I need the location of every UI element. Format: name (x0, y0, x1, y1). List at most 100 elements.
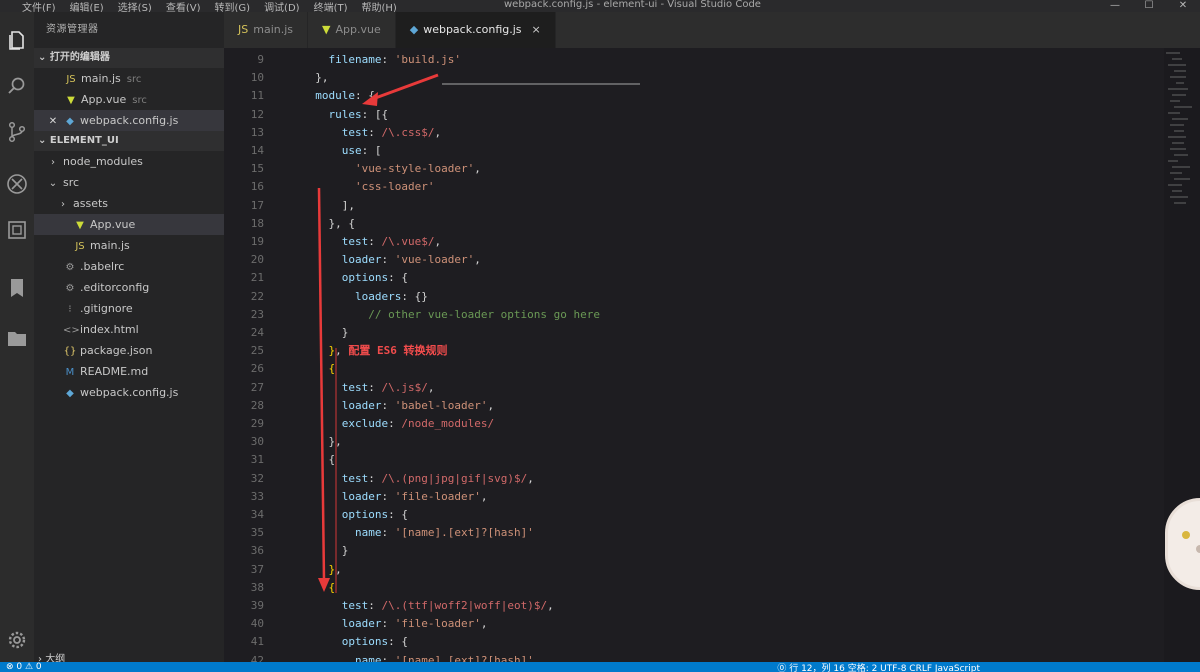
file-tree-item[interactable]: {} package.json (34, 340, 224, 361)
files-icon[interactable] (0, 20, 34, 60)
code-token: : (381, 526, 395, 540)
code-line[interactable]: 22 loaders: {} (224, 288, 1164, 306)
minimap-line (1172, 166, 1190, 168)
menu-item[interactable]: 终端(T) (314, 0, 348, 13)
code-line[interactable]: 37 }, (224, 561, 1164, 579)
problems-indicator[interactable]: ⊗ 0 ⚠ 0 (0, 662, 42, 672)
maximize-button[interactable]: ☐ (1132, 0, 1166, 12)
code-line[interactable]: 19 test: /\.vue$/, (224, 233, 1164, 251)
code-line[interactable]: 32 test: /\.(png|jpg|gif|svg)$/, (224, 470, 1164, 488)
code-line[interactable]: 39 test: /\.(ttf|woff2|woff|eot)$/, (224, 597, 1164, 615)
tab-main-js[interactable]: JS main.js (224, 12, 309, 48)
close-icon[interactable]: ✕ (46, 111, 60, 132)
tab-webpack-config[interactable]: ◆ webpack.config.js × (395, 12, 556, 48)
line-number: 24 (250, 326, 264, 339)
line-number: 29 (250, 417, 264, 430)
file-tree-label: src (63, 176, 80, 189)
file-tree-item[interactable]: M README.md (34, 361, 224, 382)
line-number: 39 (250, 599, 264, 612)
file-tree-item[interactable]: ⚙ .editorconfig (34, 277, 224, 298)
open-editor-item[interactable]: JS main.js src (34, 68, 224, 89)
code-line[interactable]: 11 module: { (224, 87, 1164, 105)
bookmark-icon[interactable] (0, 268, 34, 308)
code-line[interactable]: 34 options: { (224, 506, 1164, 524)
extensions-icon[interactable] (0, 210, 34, 250)
debug-icon[interactable] (0, 164, 34, 204)
minimize-button[interactable]: — (1098, 0, 1132, 12)
file-tree-item[interactable]: ⚙ .babelrc (34, 256, 224, 277)
chevron-down-icon: ⌄ (48, 178, 58, 189)
menu-item[interactable]: 帮助(H) (362, 0, 397, 13)
tab-app-vue[interactable]: ▼ App.vue (308, 12, 396, 48)
open-editor-item[interactable]: ✕ ◆ webpack.config.js (34, 110, 224, 131)
file-tree-item[interactable]: ◆ webpack.config.js (34, 382, 224, 403)
code-line[interactable]: 40 loader: 'file-loader', (224, 615, 1164, 633)
menu-item[interactable]: 查看(V) (166, 0, 201, 13)
code-token: { (328, 453, 336, 467)
code-line[interactable]: 36 } (224, 542, 1164, 560)
code-line[interactable]: 30 }, (224, 433, 1164, 451)
menu-item[interactable]: 编辑(E) (70, 0, 104, 13)
file-tree-label: .gitignore (80, 302, 133, 315)
minimap-line (1168, 136, 1186, 138)
line-number: 11 (250, 89, 264, 103)
code-line[interactable]: 26 { (224, 360, 1164, 378)
menu-item[interactable]: 转到(G) (215, 0, 251, 13)
code-line[interactable]: 14 use: [ (224, 142, 1164, 160)
code-line[interactable]: 35 name: '[name].[ext]?[hash]' (224, 524, 1164, 542)
code-line[interactable]: 31 { (224, 451, 1164, 469)
code-line[interactable]: 20 loader: 'vue-loader', (224, 251, 1164, 269)
js-file-icon: JS (75, 241, 85, 252)
code-editor[interactable]: 9 filename: 'build.js' 10 }, 11 module: {1… (224, 48, 1200, 662)
tab-close-icon[interactable]: × (532, 23, 541, 36)
file-tree-item[interactable]: ⌄ src (34, 172, 224, 193)
code-token: , (487, 398, 495, 412)
explorer-header: 资源管理器 (46, 24, 99, 35)
code-line[interactable]: 18 }, { (224, 215, 1164, 233)
source-control-icon[interactable] (0, 112, 34, 152)
code-line[interactable]: 16 'css-loader' (224, 178, 1164, 196)
search-icon[interactable] (0, 66, 34, 106)
file-tree-item[interactable]: JS main.js (34, 235, 224, 256)
code-line[interactable]: 41 options: { (224, 633, 1164, 651)
settings-gear-icon[interactable] (0, 620, 34, 660)
code-token: , (474, 253, 481, 267)
code-line[interactable]: 29 exclude: /node_modules/ (224, 415, 1164, 433)
code-line[interactable]: 10 }, (224, 69, 1164, 87)
menu-item[interactable]: 选择(S) (118, 0, 152, 13)
code-line[interactable]: 33 loader: 'file-loader', (224, 488, 1164, 506)
code-line[interactable]: 27 test: /\.js$/, (224, 379, 1164, 397)
code-line[interactable]: 28 loader: 'babel-loader', (224, 397, 1164, 415)
file-tree-item[interactable]: <>index.html (34, 319, 224, 340)
code-line[interactable]: 15 'vue-style-loader', (224, 160, 1164, 178)
code-line[interactable]: 9 filename: 'build.js' (224, 51, 1164, 69)
code-line[interactable]: 17 ], (224, 197, 1164, 215)
line-number: 26 (250, 362, 264, 376)
code-line[interactable]: 23 // other vue-loader options go here (224, 306, 1164, 324)
file-tree-item[interactable]: › node_modules (34, 151, 224, 172)
project-section[interactable]: ⌄ ELEMENT_UI (34, 131, 224, 151)
code-token: , (335, 344, 349, 358)
folder-icon[interactable] (0, 318, 34, 358)
open-editors-section[interactable]: ⌄ 打开的编辑器 (34, 48, 224, 68)
file-tree-item[interactable]: ▼ App.vue (34, 214, 224, 235)
code-token: loader (341, 253, 382, 267)
line-number: 36 (250, 544, 264, 558)
code-token: : { (388, 635, 408, 649)
code-line[interactable]: 24 } (224, 324, 1164, 342)
code-line[interactable]: 21 options: { (224, 269, 1164, 287)
open-editor-item[interactable]: ▼ App.vue src (34, 89, 224, 110)
code-line[interactable]: 12 rules: [{ (224, 106, 1164, 124)
close-window-button[interactable]: ✕ (1166, 0, 1200, 12)
file-tree-item[interactable]: ⁝ .gitignore (34, 298, 224, 319)
menu-item[interactable]: 文件(F) (22, 0, 56, 13)
code-line[interactable]: 38 { (224, 579, 1164, 597)
line-number: 31 (250, 453, 264, 467)
code-line[interactable]: 25 }, 配置 ES6 转换规则 (224, 342, 1164, 360)
menu-item[interactable]: 调试(D) (264, 0, 300, 13)
code-line[interactable]: 13 test: /\.css$/, (224, 124, 1164, 142)
code-line[interactable]: 42 name: '[name].[ext]?[hash]' (224, 652, 1164, 662)
file-tree-item[interactable]: › assets (34, 193, 224, 214)
